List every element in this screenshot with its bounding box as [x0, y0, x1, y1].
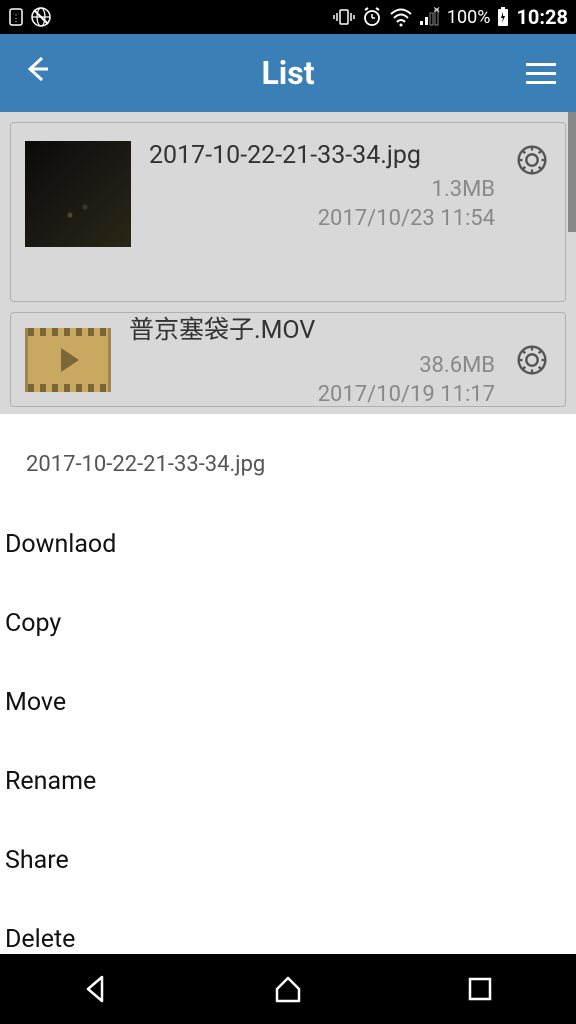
share-action[interactable]: Share	[0, 821, 576, 900]
file-date: 2017/10/23 11:54	[149, 205, 495, 234]
nav-bar	[0, 954, 576, 1024]
battery-icon	[496, 6, 510, 28]
nav-home-button[interactable]	[270, 971, 306, 1007]
download-action[interactable]: Downlaod	[0, 505, 576, 584]
file-meta: 1.3MB 2017/10/23 11:54	[149, 176, 495, 233]
back-button[interactable]	[20, 52, 54, 94]
nav-back-button[interactable]	[78, 971, 114, 1007]
file-name: 普京塞袋子.MOV	[129, 310, 495, 346]
svg-text:✕: ✕	[433, 7, 441, 16]
copy-action[interactable]: Copy	[0, 584, 576, 663]
scrollbar[interactable]	[568, 112, 576, 232]
clock-text: 10:28	[516, 5, 568, 29]
move-action[interactable]: Move	[0, 663, 576, 742]
rename-action[interactable]: Rename	[0, 742, 576, 821]
no-network-icon	[30, 6, 52, 28]
video-thumbnail-icon	[25, 328, 111, 392]
action-sheet: 2017-10-22-21-33-34.jpg Downlaod Copy Mo…	[0, 414, 576, 979]
battery-text: 100%	[447, 7, 491, 28]
file-info: 普京塞袋子.MOV 38.6MB 2017/10/19 11:17	[129, 310, 495, 409]
file-size: 38.6MB	[129, 352, 495, 381]
file-row[interactable]: 2017-10-22-21-33-34.jpg 1.3MB 2017/10/23…	[10, 122, 566, 302]
file-info: 2017-10-22-21-33-34.jpg 1.3MB 2017/10/23…	[149, 141, 495, 233]
file-list: 2017-10-22-21-33-34.jpg 1.3MB 2017/10/23…	[0, 112, 576, 414]
status-bar: ⋮ ✕ 100% 10:28	[0, 0, 576, 34]
alarm-icon	[361, 6, 383, 28]
file-size: 1.3MB	[149, 176, 495, 205]
file-name: 2017-10-22-21-33-34.jpg	[149, 141, 495, 170]
svg-text:⋮: ⋮	[12, 14, 21, 24]
sim-icon: ⋮	[8, 7, 24, 27]
file-meta: 38.6MB 2017/10/19 11:17	[129, 352, 495, 409]
gear-icon[interactable]	[513, 341, 551, 379]
file-date: 2017/10/19 11:17	[129, 381, 495, 410]
sheet-title: 2017-10-22-21-33-34.jpg	[0, 432, 576, 505]
menu-button[interactable]	[526, 63, 556, 84]
gear-icon[interactable]	[513, 141, 551, 179]
signal-icon: ✕	[419, 7, 441, 27]
app-bar: List	[0, 34, 576, 112]
status-left: ⋮	[8, 6, 52, 28]
page-title: List	[261, 54, 314, 92]
nav-recent-button[interactable]	[462, 971, 498, 1007]
file-thumbnail-icon	[25, 141, 131, 247]
status-right: ✕ 100% 10:28	[333, 5, 568, 29]
wifi-icon	[389, 7, 413, 27]
vibrate-icon	[333, 7, 355, 27]
file-row[interactable]: 普京塞袋子.MOV 38.6MB 2017/10/19 11:17	[10, 312, 566, 407]
